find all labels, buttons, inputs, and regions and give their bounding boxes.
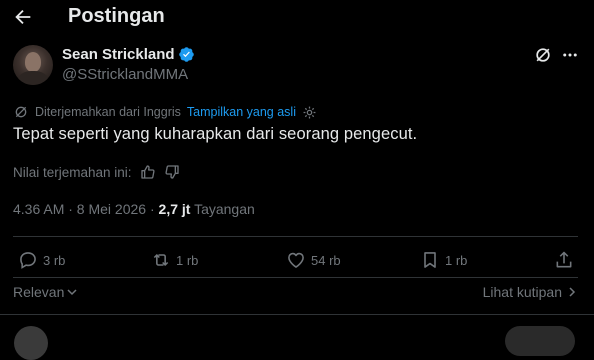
views-label: Tayangan xyxy=(194,201,255,217)
avatar[interactable] xyxy=(13,45,53,85)
reply-avatar xyxy=(14,326,48,360)
divider xyxy=(13,277,578,278)
user-handle[interactable]: @SStricklandMMA xyxy=(62,66,188,83)
heart-icon xyxy=(288,252,304,268)
bookmark-count: 1 rb xyxy=(445,252,468,268)
display-name[interactable]: Sean Strickland xyxy=(62,46,175,63)
translation-rating: Nilai terjemahan ini: xyxy=(13,162,180,182)
reply-icon xyxy=(20,252,36,269)
translation-notice: Diterjemahkan dari Inggris Tampilkan yan… xyxy=(13,103,317,121)
translate-icon xyxy=(15,106,27,118)
post-timestamp[interactable]: 4.36 AM · 8 Mei 2026 · xyxy=(13,201,155,217)
share-button[interactable] xyxy=(554,249,579,271)
more-options-icon[interactable] xyxy=(561,45,579,65)
grok-icon[interactable] xyxy=(533,45,553,65)
thumbs-down-icon[interactable] xyxy=(164,164,180,180)
bookmark-icon xyxy=(424,252,436,268)
divider xyxy=(0,314,594,315)
post-text: Tepat seperti yang kuharapkan dari seora… xyxy=(13,125,418,143)
rate-label: Nilai terjemahan ini: xyxy=(13,164,132,180)
repost-icon xyxy=(153,254,169,266)
views-count: 2,7 jt xyxy=(158,201,191,217)
chevron-down-icon xyxy=(67,289,77,296)
chevron-right-icon xyxy=(569,287,576,297)
divider xyxy=(13,236,578,237)
verified-badge-icon xyxy=(179,47,194,62)
repost-count: 1 rb xyxy=(176,252,199,268)
arrow-left-icon[interactable] xyxy=(12,6,34,28)
like-count: 54 rb xyxy=(311,252,341,268)
action-bar: 3 rb 1 rb 54 rb 1 rb xyxy=(13,249,579,271)
repost-button[interactable]: 1 rb xyxy=(151,249,198,271)
thumbs-up-icon[interactable] xyxy=(140,164,156,180)
top-bar: Postingan xyxy=(0,0,594,34)
share-icon xyxy=(556,251,572,268)
view-quotes-link[interactable]: Lihat kutipan xyxy=(483,284,578,300)
page-title: Postingan xyxy=(68,5,165,27)
sort-label: Relevan xyxy=(13,284,65,300)
post-meta: 4.36 AM · 8 Mei 2026 · 2,7 jt Tayangan xyxy=(13,201,255,217)
reply-submit-button[interactable] xyxy=(505,326,575,356)
reply-count: 3 rb xyxy=(43,252,66,268)
quotes-label: Lihat kutipan xyxy=(482,284,562,300)
like-button[interactable]: 54 rb xyxy=(286,249,341,271)
bookmark-button[interactable]: 1 rb xyxy=(420,249,467,271)
show-original-link[interactable]: Tampilkan yang asli xyxy=(187,105,296,119)
sort-replies-dropdown[interactable]: Relevan xyxy=(13,284,78,300)
translation-source: Diterjemahkan dari Inggris xyxy=(35,105,181,119)
gear-icon[interactable] xyxy=(302,105,317,120)
reply-button[interactable]: 3 rb xyxy=(18,249,65,271)
